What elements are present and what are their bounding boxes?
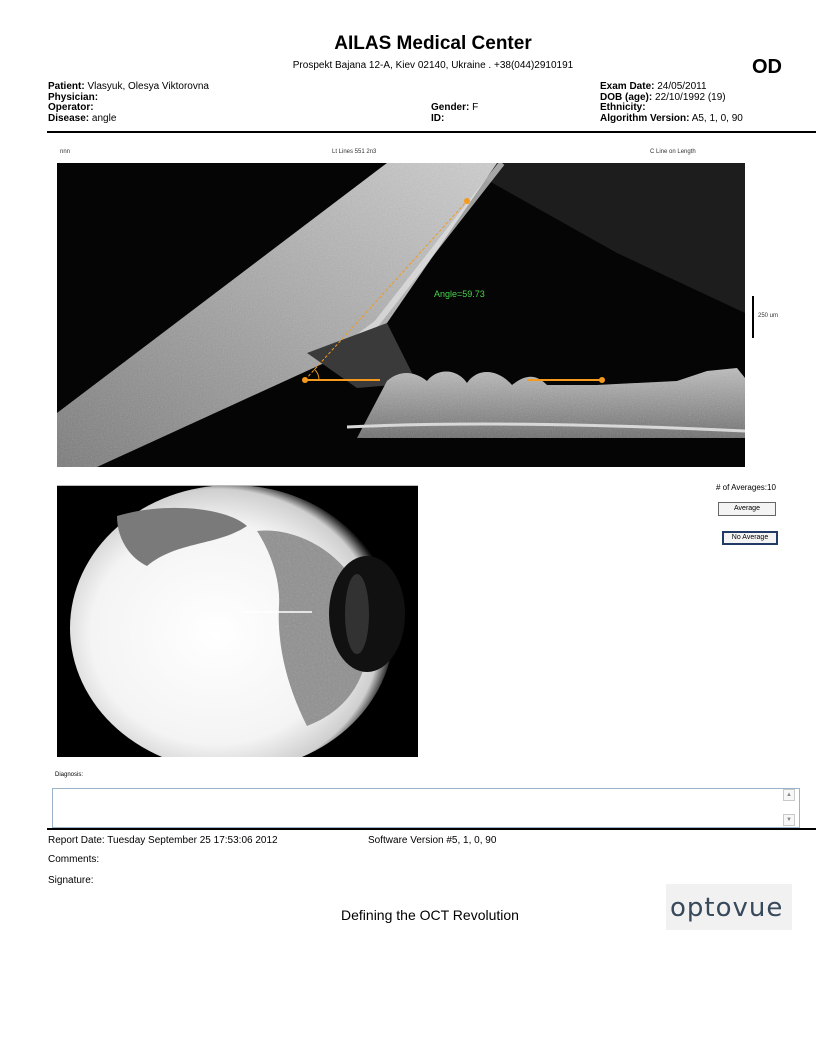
scroll-up-arrow-icon[interactable]: ▲ — [783, 789, 795, 801]
patient-info-left: Patient: Vlasyuk, Olesya Viktorovna Phys… — [48, 81, 209, 124]
report-date: Report Date: Tuesday September 25 17:53:… — [48, 835, 278, 846]
comments-label: Comments: — [48, 854, 100, 865]
patient-info-right: Exam Date: 24/05/2011 DOB (age): 22/10/1… — [600, 81, 743, 124]
measure-point-3[interactable] — [599, 377, 605, 383]
disease-value: angle — [91, 112, 117, 124]
scale-bar — [752, 296, 754, 338]
angle-arc — [313, 368, 320, 381]
disease-label: Disease: — [48, 112, 90, 124]
dob-value: 22/10/1992 (19) — [655, 91, 726, 103]
scan-left-tag: nnn — [60, 149, 71, 155]
averages-count: # of Averages:10 — [716, 483, 776, 492]
exam-date-label: Exam Date: — [600, 81, 655, 92]
measure-point-1[interactable] — [302, 377, 308, 383]
diagnosis-scrollbar[interactable]: ▲ ▼ — [783, 789, 795, 826]
oct-bscan-image[interactable]: Angle=59.73 — [57, 163, 745, 467]
patient-label: Patient: — [48, 81, 85, 92]
average-button[interactable]: Average — [718, 502, 776, 516]
center-name: AILAS Medical Center — [334, 33, 532, 54]
exam-date-value: 24/05/2011 — [657, 81, 707, 92]
logo-wordmark: optovue — [670, 893, 784, 923]
diagnosis-textarea[interactable] — [52, 788, 800, 828]
physician-label: Physician: — [48, 91, 99, 103]
anterior-camera-image[interactable] — [57, 485, 418, 757]
algorithm-label: Algorithm Version: — [600, 112, 690, 124]
angle-value-label: Angle=59.73 — [434, 289, 485, 299]
diagnosis-label: Diagnosis: — [55, 772, 84, 778]
scan-right-tag: C Line on Length — [650, 149, 696, 155]
footer-divider — [47, 828, 816, 830]
anterior-camera-graphic — [57, 486, 418, 757]
patient-info-middle: Gender: F ID: — [431, 102, 479, 124]
dob-label: DOB (age): — [600, 91, 653, 103]
gender-label: Gender: — [431, 102, 470, 113]
eye-indicator: OD — [752, 56, 782, 78]
scan-center-tag: Lt Lines 551 2n3 — [332, 149, 377, 155]
measure-point-2[interactable] — [464, 198, 470, 204]
no-average-button[interactable]: No Average — [722, 531, 778, 545]
scale-bar-label: 250 um — [758, 313, 779, 319]
algorithm-value: A5, 1, 0, 90 — [691, 112, 743, 124]
gender-value: F — [472, 102, 479, 113]
optovue-logo: optovue — [666, 884, 792, 930]
ethnicity-label: Ethnicity: — [600, 102, 646, 113]
software-version: Software Version #5, 1, 0, 90 — [368, 835, 497, 846]
scroll-down-arrow-icon[interactable]: ▼ — [783, 814, 795, 826]
oct-bscan-graphic — [57, 163, 745, 467]
id-label: ID: — [431, 112, 445, 124]
header-divider — [47, 131, 816, 133]
center-address: Prospekt Bajana 12-A, Kiev 02140, Ukrain… — [292, 60, 574, 71]
signature-label: Signature: — [48, 875, 94, 886]
diagnosis-text — [53, 789, 799, 795]
patient-name: Vlasyuk, Olesya Viktorovna — [87, 81, 209, 92]
operator-label: Operator: — [48, 102, 94, 113]
